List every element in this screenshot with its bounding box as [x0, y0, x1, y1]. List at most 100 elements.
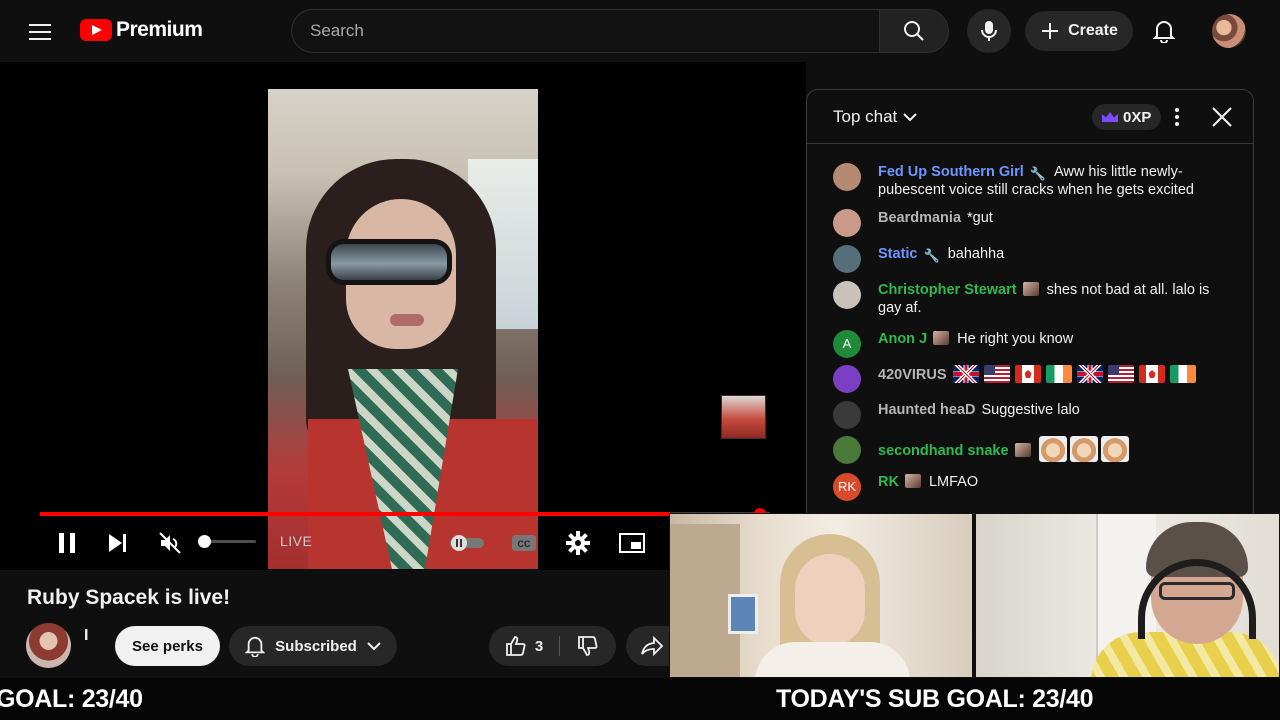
chat-message[interactable]: Christopher Stewart shes not bad at all. … — [833, 281, 1233, 317]
webcam-feed-right — [975, 513, 1280, 678]
channel-avatar[interactable] — [26, 623, 71, 668]
player-controls: CC — [0, 525, 670, 561]
chat-author-name[interactable]: Haunted heaD — [878, 402, 976, 418]
pause-button[interactable] — [52, 529, 82, 557]
flag-ca-icon — [1138, 365, 1165, 383]
chat-message[interactable]: secondhand snake — [833, 436, 1233, 464]
crown-icon — [1102, 112, 1118, 122]
video-title: Ruby Spacek is live! — [27, 586, 231, 609]
close-icon — [1212, 107, 1232, 127]
chat-header: Top chat 0XP — [807, 90, 1253, 144]
kebab-dot-icon — [1175, 108, 1179, 112]
miniplayer-button[interactable] — [617, 529, 647, 557]
channel-name[interactable]: I — [84, 627, 88, 645]
chat-author-avatar[interactable]: A — [833, 330, 861, 358]
chat-author-name[interactable]: Static — [878, 246, 918, 262]
chat-message-text: *gut — [967, 210, 993, 226]
hamster-emote-icon — [1038, 436, 1067, 462]
chat-author-name[interactable]: Christopher Stewart — [878, 282, 1017, 298]
next-button[interactable] — [104, 529, 132, 557]
member-badge-icon — [933, 331, 950, 345]
streamer-lips — [390, 314, 424, 326]
hamburger-menu-button[interactable] — [24, 18, 56, 46]
chat-message[interactable]: RK RK LMFAO — [833, 473, 1233, 501]
chat-author-name[interactable]: Fed Up Southern Girl — [878, 164, 1024, 180]
live-chat-panel: Top chat 0XP Fed Up Southern Girl 🔧 Aww hi… — [806, 89, 1254, 514]
like-button[interactable]: 3 — [489, 626, 559, 666]
sub-goal-ticker: GOAL: 23/40 TODAY'S SUB GOAL: 23/40 — [0, 678, 1280, 720]
search-icon — [904, 21, 924, 41]
miniplayer-icon — [619, 533, 645, 553]
captions-button[interactable]: CC — [510, 529, 538, 557]
youtube-premium-logo[interactable]: Premium — [80, 18, 203, 42]
member-badge-icon — [904, 474, 921, 488]
notifications-button[interactable] — [1144, 11, 1184, 51]
chat-message-body: secondhand snake — [878, 436, 1233, 462]
live-indicator[interactable]: LIVE — [280, 533, 312, 549]
chat-author-name[interactable]: Beardmania — [878, 210, 961, 226]
chat-author-name[interactable]: secondhand snake — [878, 443, 1009, 459]
chat-message[interactable]: Fed Up Southern Girl 🔧 Aww his little newl… — [833, 163, 1233, 199]
search-button[interactable] — [879, 9, 949, 53]
autoplay-toggle[interactable] — [448, 529, 486, 557]
chat-author-avatar[interactable] — [833, 401, 861, 429]
pause-icon — [59, 533, 75, 553]
chat-more-options-button[interactable] — [1167, 105, 1187, 129]
bell-icon — [1153, 21, 1175, 43]
chat-mode-dropdown[interactable]: Top chat — [833, 107, 917, 127]
chat-author-avatar[interactable] — [833, 281, 861, 309]
chat-message[interactable]: A Anon J He right you know — [833, 330, 1233, 358]
chat-mode-label: Top chat — [833, 107, 898, 126]
chat-message[interactable]: Static 🔧 bahahha — [833, 245, 1233, 273]
chat-message[interactable]: 420VIRUS — [833, 365, 1233, 393]
settings-button[interactable] — [564, 529, 592, 557]
channel-watermark-thumbnail[interactable] — [721, 395, 766, 439]
chat-message[interactable]: Beardmania *gut — [833, 209, 1233, 237]
create-button[interactable]: Create — [1025, 11, 1133, 51]
microphone-icon — [981, 21, 997, 41]
chat-message[interactable]: Haunted heaD Suggestive lalo — [833, 401, 1233, 429]
flag-uk-icon — [952, 365, 979, 383]
chat-author-name[interactable]: 420VIRUS — [878, 367, 947, 383]
flag-ie-icon — [1169, 365, 1196, 383]
chat-message-body: Beardmania *gut — [878, 209, 1233, 227]
video-player[interactable] — [0, 62, 806, 570]
top-bar: Premium Search Create — [0, 0, 1280, 62]
hamster-emote-icon — [1069, 436, 1098, 462]
video-frame — [268, 89, 538, 569]
youtube-play-icon — [80, 19, 112, 41]
chat-author-name[interactable]: RK — [878, 474, 899, 490]
volume-slider-track[interactable] — [204, 540, 256, 543]
kebab-dot-icon — [1175, 122, 1179, 126]
chat-message-body: Haunted heaD Suggestive lalo — [878, 401, 1233, 419]
chat-author-avatar[interactable] — [833, 163, 861, 191]
xp-badge[interactable]: 0XP — [1092, 104, 1162, 130]
chat-author-avatar[interactable] — [833, 365, 861, 393]
subscribed-button[interactable]: Subscribed — [229, 626, 397, 666]
flag-us-icon — [1107, 365, 1134, 383]
subscribed-label: Subscribed — [275, 637, 357, 655]
volume-slider-knob[interactable] — [198, 535, 211, 548]
chat-message-body: RK LMFAO — [878, 473, 1233, 491]
like-count: 3 — [534, 637, 544, 655]
chat-message-body: Anon J He right you know — [878, 330, 1233, 348]
flag-ca-icon — [1014, 365, 1041, 383]
account-avatar[interactable] — [1212, 14, 1246, 48]
room-monitor — [728, 594, 758, 634]
chat-author-avatar[interactable] — [833, 209, 861, 237]
chat-author-avatar[interactable] — [833, 245, 861, 273]
chat-author-avatar[interactable]: RK — [833, 473, 861, 501]
chat-author-name[interactable]: Anon J — [878, 331, 927, 347]
progress-fill — [40, 512, 670, 516]
voice-search-button[interactable] — [967, 9, 1011, 53]
mute-button[interactable] — [156, 529, 184, 557]
chevron-down-icon — [367, 642, 381, 651]
chat-author-avatar[interactable] — [833, 436, 861, 464]
dislike-button[interactable] — [560, 626, 616, 666]
thumbs-down-icon — [578, 636, 598, 656]
see-perks-button[interactable]: See perks — [115, 626, 220, 666]
chat-message-body: Fed Up Southern Girl 🔧 Aww his little newl… — [878, 163, 1233, 199]
muted-speaker-icon — [159, 532, 181, 554]
close-chat-button[interactable] — [1209, 104, 1235, 130]
search-input[interactable]: Search — [291, 9, 879, 53]
